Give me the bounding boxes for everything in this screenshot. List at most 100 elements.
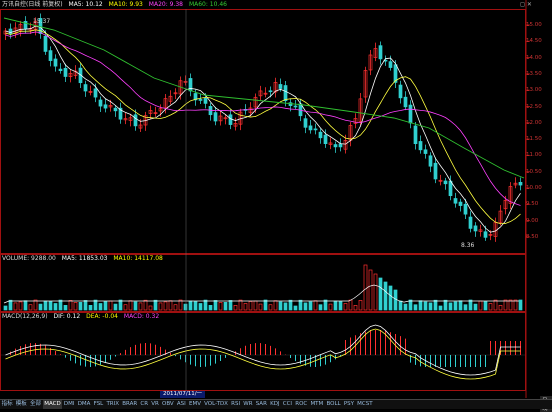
volume-bar	[333, 300, 338, 311]
ma10-line	[5, 29, 521, 225]
volume-bar	[348, 299, 353, 311]
volume-bar	[298, 299, 303, 311]
volume-bar	[188, 300, 193, 311]
price-tick: 15.00	[526, 22, 542, 28]
candle-body	[103, 104, 108, 109]
volume-bar	[508, 299, 513, 311]
volume-bar	[138, 302, 143, 311]
macd-header: MACD(12,26,9) DIF: 0.12 DEA: -0.04 MACD:…	[2, 313, 163, 321]
volume-bar	[338, 301, 343, 311]
volume-bar	[463, 304, 468, 311]
volume-bar	[383, 281, 388, 311]
price-tick: 10.50	[526, 168, 542, 175]
high-price-label: 15.37	[33, 18, 51, 25]
macd-dif: DIF: 0.12	[53, 313, 81, 320]
volume-bar	[488, 303, 493, 311]
price-tick: 12.50	[526, 103, 542, 110]
volume-bar	[173, 304, 178, 311]
volume-ma5-line	[3, 284, 519, 304]
volume-bar	[213, 300, 218, 311]
volume-bar	[38, 303, 43, 311]
stock-title: 万讯自控(日线 前复权)	[2, 1, 63, 8]
volume-bar	[8, 299, 13, 311]
candle-body	[43, 35, 48, 52]
window-controls[interactable]: ◻ ✕	[520, 1, 532, 8]
volume-bar	[413, 304, 418, 311]
price-tick: 13.00	[526, 87, 542, 94]
volume-bar	[253, 300, 258, 311]
volume-bar	[498, 305, 503, 311]
volume-bar	[398, 300, 403, 311]
volume-bar	[283, 302, 288, 311]
volume-bar	[428, 302, 433, 311]
price-tick: 13.50	[526, 70, 542, 77]
minimize-icon[interactable]: ◻	[520, 1, 525, 8]
volume-bar	[478, 300, 483, 311]
ma20-label: MA20: 9.38	[148, 1, 184, 8]
candle-body	[278, 84, 283, 89]
volume-bar	[108, 300, 113, 311]
candle-body	[308, 125, 313, 131]
volume-bar	[193, 301, 198, 311]
candle-body	[443, 180, 448, 185]
volume-bar	[163, 301, 168, 311]
candle-body	[113, 107, 118, 112]
volume-bar	[468, 299, 473, 311]
close-icon[interactable]: ✕	[527, 1, 532, 8]
low-price-label: 8.36	[461, 242, 475, 249]
candle-body	[483, 231, 488, 238]
volume-bar	[123, 304, 128, 311]
volume-ma5: MA5: 11853.03	[61, 255, 108, 262]
volume-bar	[418, 300, 423, 311]
volume-bar	[133, 301, 138, 311]
volume-bar	[203, 299, 208, 311]
candle-body	[203, 97, 208, 104]
volume-bar	[28, 304, 33, 311]
candle-body	[323, 134, 328, 145]
macd-dea-line	[5, 328, 521, 380]
volume-bar	[308, 301, 313, 311]
volume-label: VOLUME: 9288.00	[2, 255, 56, 262]
volume-bar	[18, 301, 23, 311]
volume-bar	[178, 299, 183, 311]
candle-body	[303, 118, 308, 128]
volume-bar	[408, 299, 413, 311]
candle-body	[48, 50, 53, 61]
price-tick: 9.00	[526, 217, 539, 224]
volume-bar	[263, 299, 268, 311]
candle-body	[293, 105, 298, 108]
macd-title: MACD(12,26,9)	[2, 313, 48, 320]
candle-body	[268, 90, 273, 93]
chart-canvas[interactable]	[0, 0, 552, 408]
volume-bar	[483, 301, 488, 311]
price-tick: 14.50	[526, 38, 542, 45]
volume-bar	[303, 302, 308, 311]
candle-body	[98, 99, 103, 107]
price-tick: 10.00	[526, 185, 542, 191]
volume-bar	[238, 299, 243, 311]
candle-body	[283, 85, 288, 102]
candle-body	[333, 144, 338, 148]
volume-bar	[148, 305, 153, 311]
candle-body	[53, 58, 58, 67]
volume-bar	[313, 300, 318, 311]
volume-bar	[118, 299, 123, 311]
volume-bar	[228, 300, 233, 311]
volume-bar	[273, 300, 278, 311]
volume-bar	[53, 303, 58, 311]
price-tick: 14.00	[526, 54, 542, 61]
volume-bar	[3, 305, 8, 311]
volume-bar	[368, 269, 373, 311]
volume-bar	[43, 300, 48, 311]
volume-bar	[113, 303, 118, 311]
candle-body	[403, 96, 408, 108]
candle-body	[213, 112, 218, 122]
volume-bar	[78, 302, 83, 311]
volume-bar	[233, 304, 238, 311]
volume-bar	[128, 300, 133, 311]
candle-body	[388, 61, 393, 68]
volume-bar	[288, 299, 293, 311]
ma5-line	[5, 25, 521, 233]
volume-bar	[378, 277, 383, 311]
candle-body	[448, 180, 453, 197]
